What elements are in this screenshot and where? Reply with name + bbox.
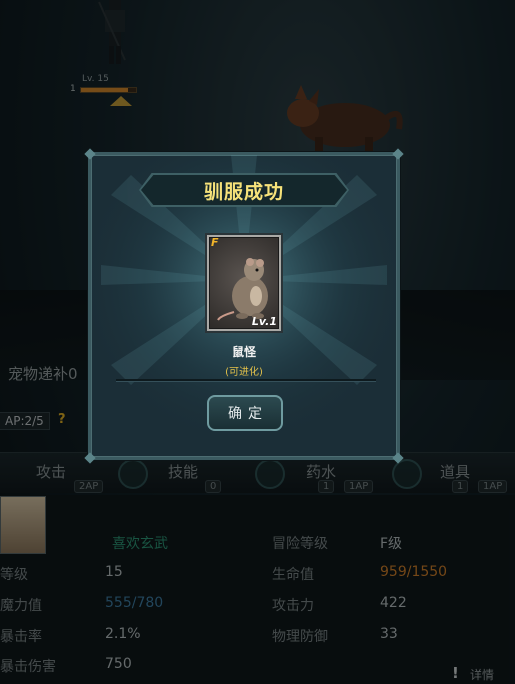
title-banner: 驯服成功 — [141, 175, 347, 205]
rat-icon — [217, 258, 268, 321]
pet-card-level: Lv.1 — [251, 315, 277, 328]
divider — [116, 379, 376, 382]
dialog-title: 驯服成功 — [203, 180, 284, 203]
pet-evolvable-note: (可进化) — [225, 367, 263, 378]
pet-grade: F — [211, 237, 219, 249]
pet-name: 鼠怪 — [231, 345, 256, 359]
pet-card: F Lv.1 — [205, 233, 283, 333]
tame-success-dialog: 驯服成功 F Lv.1 鼠怪 (可进化) 确定 — [84, 148, 404, 464]
confirm-button[interactable]: 确定 — [207, 395, 283, 431]
